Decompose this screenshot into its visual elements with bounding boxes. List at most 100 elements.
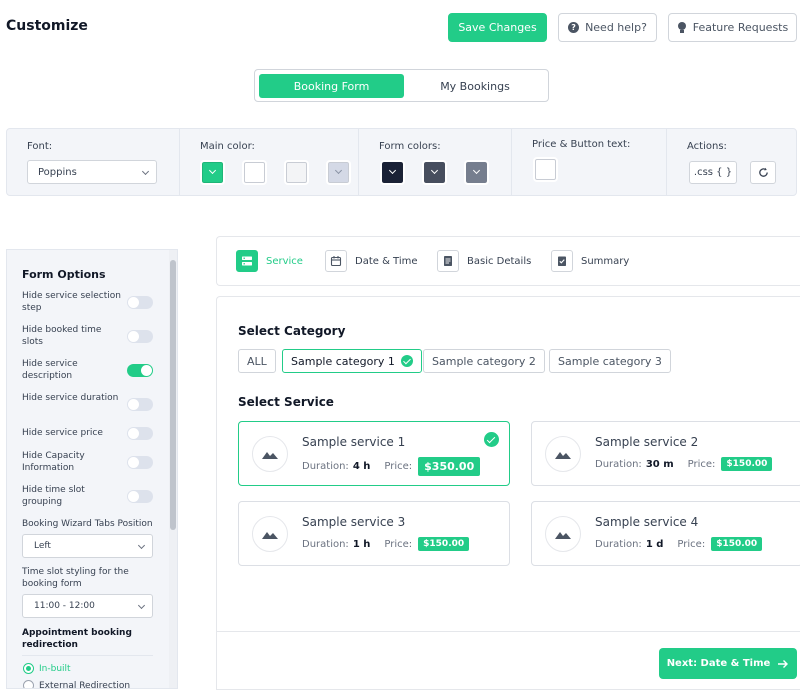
chevron-down-icon <box>430 166 439 175</box>
form-colors-section: Form colors: <box>359 129 512 195</box>
step-basic-details[interactable]: Basic Details <box>437 250 531 272</box>
tab-booking-form[interactable]: Booking Form <box>259 74 404 98</box>
chevron-down-icon <box>141 167 150 176</box>
service-name: Sample service 4 <box>595 515 699 529</box>
sidebar-scrollbar[interactable] <box>169 250 177 688</box>
step-date-time[interactable]: Date & Time <box>325 250 418 272</box>
form-color-swatch-3[interactable] <box>464 160 489 185</box>
view-switcher: Booking Form My Bookings <box>254 69 549 102</box>
actions-section: Actions: .css { } <box>667 129 796 195</box>
font-select[interactable]: Poppins <box>27 160 157 184</box>
service-meta: Duration: 30 m Price: $150.00 <box>595 457 773 471</box>
price-label: Price: <box>677 538 706 550</box>
wizard-tabs-value: Left <box>34 541 51 551</box>
form-options-title: Form Options <box>22 268 106 281</box>
service-name: Sample service 1 <box>302 435 406 449</box>
time-slot-select[interactable]: 11:00 - 12:00 <box>22 594 153 618</box>
hide-capacity-toggle[interactable] <box>127 456 153 469</box>
save-changes-label: Save Changes <box>458 21 537 34</box>
chevron-down-icon <box>137 541 146 550</box>
customize-toolbar: Font: Poppins Main color: Form colors: P… <box>6 128 797 196</box>
price-button-color-swatch[interactable] <box>533 157 558 182</box>
service-card-4[interactable]: Sample service 4 Duration: 1 d Price: $1… <box>531 501 800 566</box>
image-placeholder-icon <box>545 516 581 552</box>
footer-divider <box>217 631 800 632</box>
duration-label: Duration: <box>302 461 349 472</box>
chevron-down-icon <box>137 601 146 610</box>
custom-css-button[interactable]: .css { } <box>689 161 737 184</box>
wizard-tabs-select[interactable]: Left <box>22 534 153 558</box>
redirect-inbuilt-radio[interactable] <box>23 663 34 674</box>
arrow-right-icon <box>778 659 789 668</box>
service-duration: 1 h <box>352 538 371 550</box>
wizard-tabs-label: Booking Wizard Tabs Position <box>22 519 153 529</box>
font-value: Poppins <box>38 166 77 178</box>
service-duration: 4 h <box>352 461 371 472</box>
chevron-down-icon <box>334 166 343 175</box>
hide-booked-slots-toggle[interactable] <box>127 330 153 343</box>
form-color-swatch-1[interactable] <box>380 160 405 185</box>
price-button-section: Price & Button text: <box>512 129 667 195</box>
main-color-label: Main color: <box>200 141 255 152</box>
step-date-time-label: Date & Time <box>355 255 418 267</box>
image-placeholder-icon <box>545 436 581 472</box>
service-card-2[interactable]: Sample service 2 Duration: 30 m Price: $… <box>531 421 800 486</box>
service-price: $150.00 <box>418 537 470 551</box>
price-button-label: Price & Button text: <box>532 139 631 150</box>
scrollbar-thumb[interactable] <box>170 260 176 530</box>
main-color-swatch-4[interactable] <box>326 160 351 185</box>
question-icon: ? <box>568 22 580 33</box>
category-chip-3[interactable]: Sample category 3 <box>549 349 671 373</box>
font-label: Font: <box>27 141 53 152</box>
category-chip-1[interactable]: Sample category 1 <box>282 349 422 373</box>
main-color-swatch-3[interactable] <box>284 160 309 185</box>
next-date-time-button[interactable]: Next: Date & Time <box>659 648 797 679</box>
redirect-heading: Appointment booking redirection <box>22 628 132 650</box>
option-label: Hide booked time slots <box>22 325 102 347</box>
image-placeholder-icon <box>252 436 288 472</box>
category-chip-all[interactable]: ALL <box>238 349 276 373</box>
category-chip-label: Sample category 3 <box>558 354 662 368</box>
option-label: Hide service price <box>22 428 103 438</box>
option-label: Hide service selection step <box>22 291 121 313</box>
service-card-1[interactable]: Sample service 1 Duration: 4 h Price: $3… <box>238 421 510 486</box>
service-meta: Duration: 1 h Price: $150.00 <box>302 537 470 551</box>
hide-service-selection-toggle[interactable] <box>127 296 153 309</box>
reset-button[interactable] <box>750 161 776 184</box>
hide-service-price-toggle[interactable] <box>127 427 153 440</box>
redirect-inbuilt-label: In-built <box>39 664 71 674</box>
need-help-button[interactable]: ? Need help? <box>558 13 657 42</box>
duration-label: Duration: <box>595 538 642 550</box>
step-service-label: Service <box>266 255 303 267</box>
category-chip-2[interactable]: Sample category 2 <box>423 349 545 373</box>
redirect-external-radio[interactable] <box>23 680 34 688</box>
chevron-down-icon <box>472 166 481 175</box>
form-options-panel: Form Options Hide service selection step… <box>6 249 178 689</box>
form-color-swatch-2[interactable] <box>422 160 447 185</box>
duration-label: Duration: <box>595 458 642 470</box>
main-color-swatch-1[interactable] <box>200 160 225 185</box>
step-summary[interactable]: Summary <box>551 250 629 272</box>
feature-requests-label: Feature Requests <box>692 21 789 34</box>
service-duration: 1 d <box>645 538 664 550</box>
category-chip-label: Sample category 2 <box>432 354 536 368</box>
service-card-3[interactable]: Sample service 3 Duration: 1 h Price: $1… <box>238 501 510 566</box>
hide-service-duration-toggle[interactable] <box>127 398 153 411</box>
service-meta: Duration: 4 h Price: $350.00 <box>302 457 481 476</box>
save-changes-button[interactable]: Save Changes <box>448 13 547 42</box>
feature-requests-button[interactable]: Feature Requests <box>668 13 797 42</box>
hide-service-description-toggle[interactable] <box>127 364 153 377</box>
category-chip-label: Sample category 1 <box>291 354 395 368</box>
step-service[interactable]: Service <box>236 250 303 272</box>
tab-my-bookings[interactable]: My Bookings <box>405 74 545 98</box>
selected-check-icon <box>484 432 499 447</box>
chevron-down-icon <box>208 166 217 175</box>
category-chip-label: ALL <box>247 354 267 368</box>
main-color-swatch-2[interactable] <box>242 160 267 185</box>
service-meta: Duration: 1 d Price: $150.00 <box>595 537 763 551</box>
form-colors-label: Form colors: <box>379 141 441 152</box>
booking-form-preview: Select Category ALL Sample category 1 Sa… <box>216 296 800 690</box>
price-label: Price: <box>384 461 413 472</box>
service-icon <box>236 250 258 272</box>
hide-time-slot-grouping-toggle[interactable] <box>127 490 153 503</box>
